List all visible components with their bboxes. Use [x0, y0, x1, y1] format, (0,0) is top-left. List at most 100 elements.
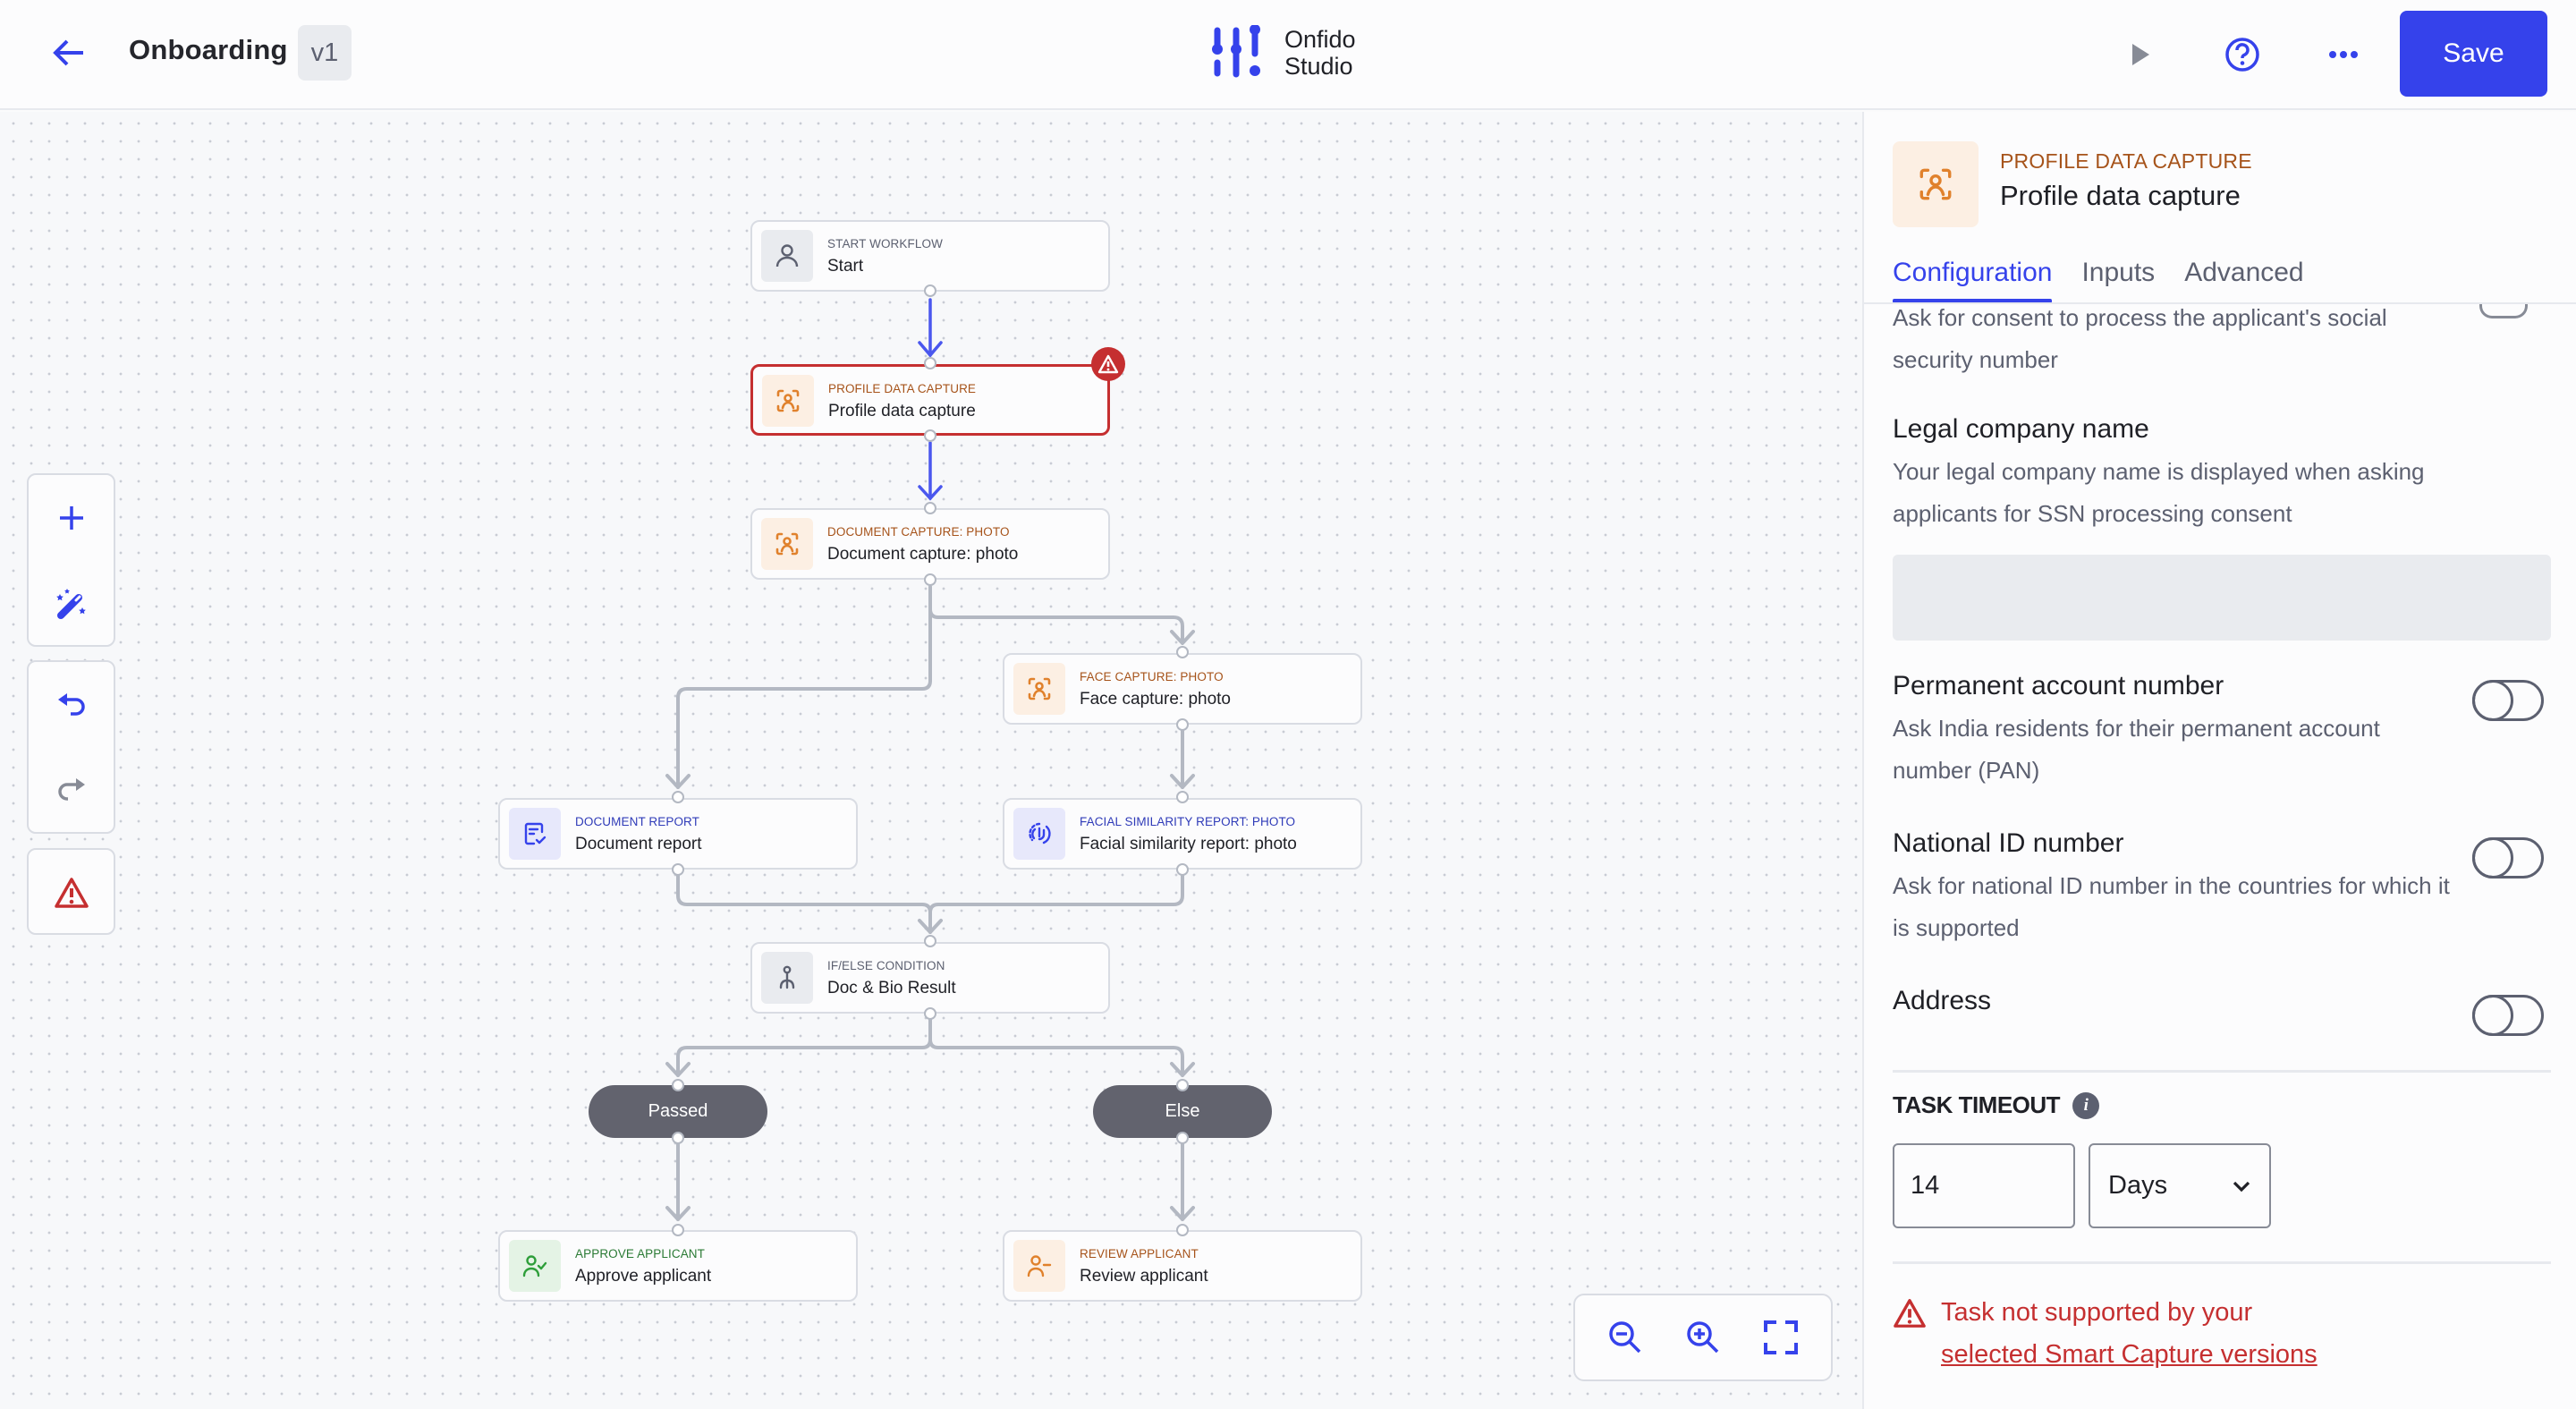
legal-company-description: Your legal company name is displayed whe…: [1893, 458, 2425, 527]
zoom-out-icon: [1608, 1321, 1640, 1354]
handle-face-out[interactable]: [1176, 718, 1189, 731]
node-facial-similarity-report[interactable]: FACIAL SIMILARITY REPORT: PHOTO Facial s…: [1003, 798, 1362, 870]
zoom-controls: [1573, 1294, 1833, 1381]
plus-icon: [59, 505, 83, 530]
fit-view-button[interactable]: [1754, 1311, 1808, 1364]
undo-button[interactable]: [29, 662, 114, 747]
help-button[interactable]: [2222, 34, 2263, 75]
play-icon: [2132, 44, 2149, 65]
legal-company-input[interactable]: [1893, 555, 2551, 641]
ssn-consent-toggle[interactable]: [2479, 304, 2528, 318]
handle-else-out[interactable]: [1176, 1132, 1189, 1144]
branch-else[interactable]: Else: [1093, 1085, 1272, 1138]
node-review-applicant[interactable]: REVIEW APPLICANT Review applicant: [1003, 1230, 1362, 1302]
handle-else-in[interactable]: [1176, 1079, 1189, 1091]
panel-scroll-area[interactable]: Ask for consent to process the applicant…: [1864, 304, 2576, 1409]
face-scan-icon: [1919, 168, 1952, 200]
edge-doccapture-face: [928, 585, 1184, 644]
ssn-consent-description: Ask for consent to process the applicant…: [1893, 304, 2387, 373]
handle-doccapture-out[interactable]: [924, 573, 936, 586]
handle-review-in[interactable]: [1176, 1224, 1189, 1236]
tab-configuration[interactable]: Configuration: [1893, 258, 2053, 303]
document-check-icon: [524, 822, 547, 845]
run-button[interactable]: [2120, 34, 2161, 75]
node-label: Profile data capture: [828, 402, 976, 420]
version-badge[interactable]: v1: [298, 25, 352, 81]
node-icon-box: [1013, 1240, 1065, 1292]
node-label: Review applicant: [1080, 1267, 1208, 1286]
handle-passed-out[interactable]: [672, 1132, 684, 1144]
handle-doccapture-in[interactable]: [924, 502, 936, 514]
branch-passed[interactable]: Passed: [589, 1085, 767, 1138]
more-horizontal-icon: [2329, 51, 2358, 58]
fullscreen-icon: [1764, 1320, 1799, 1354]
node-icon-box: [761, 230, 813, 282]
warning-triangle-icon: [1894, 1299, 1926, 1328]
tab-advanced[interactable]: Advanced: [2184, 258, 2303, 301]
toolbar-history-group: [27, 660, 115, 834]
handle-docreport-out[interactable]: [672, 863, 684, 876]
node-label: Approve applicant: [575, 1267, 712, 1286]
magic-wand-button[interactable]: [29, 560, 114, 645]
face-scan-icon: [776, 389, 800, 412]
handle-face-in[interactable]: [1176, 646, 1189, 658]
node-face-capture[interactable]: FACE CAPTURE: PHOTO Face capture: photo: [1003, 653, 1362, 725]
handle-facial-in[interactable]: [1176, 791, 1189, 803]
redo-button[interactable]: [29, 747, 114, 832]
workflow-canvas[interactable]: START WORKFLOW Start PROFILE DATA CAPTUR…: [0, 112, 1862, 1409]
node-start[interactable]: START WORKFLOW Start: [750, 220, 1110, 292]
handle-ifelse-in[interactable]: [924, 935, 936, 947]
pan-title: Permanent account number: [1893, 671, 2224, 700]
user-check-icon: [522, 1255, 547, 1277]
logo-sliders-icon: [1212, 25, 1260, 78]
timeout-value-input[interactable]: [1893, 1143, 2075, 1228]
save-button[interactable]: Save: [2400, 11, 2547, 97]
address-toggle[interactable]: [2471, 994, 2544, 1036]
panel-node-title: Profile data capture: [2000, 180, 2241, 211]
zoom-out-button[interactable]: [1598, 1311, 1652, 1364]
panel-node-type: PROFILE DATA CAPTURE: [2000, 149, 2252, 173]
info-icon[interactable]: i: [2072, 1091, 2100, 1119]
address-title: Address: [1893, 986, 1992, 1015]
node-type: REVIEW APPLICANT: [1080, 1247, 1199, 1260]
node-approve-applicant[interactable]: APPROVE APPLICANT Approve applicant: [498, 1230, 858, 1302]
national-id-toggle[interactable]: [2471, 836, 2544, 879]
tab-inputs[interactable]: Inputs: [2081, 258, 2155, 301]
handle-facial-out[interactable]: [1176, 863, 1189, 876]
node-document-report[interactable]: DOCUMENT REPORT Document report: [498, 798, 858, 870]
node-icon-box: [761, 518, 813, 570]
timeout-unit-select[interactable]: Days: [2089, 1143, 2271, 1228]
help-circle-icon: [2225, 38, 2259, 72]
node-icon-box: [762, 375, 814, 427]
node-document-capture[interactable]: DOCUMENT CAPTURE: PHOTO Document capture…: [750, 508, 1110, 580]
handle-start-out[interactable]: [924, 284, 936, 297]
node-type: FACE CAPTURE: PHOTO: [1080, 670, 1224, 683]
node-type: FACIAL SIMILARITY REPORT: PHOTO: [1080, 815, 1296, 828]
handle-profile-out[interactable]: [924, 429, 936, 442]
node-if-else-condition[interactable]: IF/ELSE CONDITION Doc & Bio Result: [750, 942, 1110, 1014]
handle-passed-in[interactable]: [672, 1079, 684, 1091]
back-button[interactable]: [47, 32, 91, 73]
zoom-in-button[interactable]: [1676, 1311, 1730, 1364]
handle-ifelse-out[interactable]: [924, 1007, 936, 1020]
handle-docreport-in[interactable]: [672, 791, 684, 803]
node-error-badge[interactable]: [1091, 347, 1125, 381]
fingerprint-icon: [1029, 822, 1051, 845]
legal-company-title: Legal company name: [1893, 414, 2149, 444]
logo-line-2: Studio: [1284, 53, 1353, 80]
face-scan-icon: [775, 532, 799, 556]
add-node-button[interactable]: [29, 475, 114, 560]
handle-profile-in[interactable]: [924, 357, 936, 369]
pan-toggle[interactable]: [2471, 679, 2544, 721]
node-profile-data-capture[interactable]: PROFILE DATA CAPTURE Profile data captur…: [750, 347, 1125, 436]
handle-approve-in[interactable]: [672, 1224, 684, 1236]
node-type: IF/ELSE CONDITION: [827, 959, 945, 972]
more-options-button[interactable]: [2323, 34, 2364, 75]
workflow-title: Onboarding: [129, 34, 288, 65]
zoom-in-icon: [1687, 1321, 1719, 1354]
node-label: Doc & Bio Result: [827, 979, 956, 997]
warnings-button[interactable]: [29, 850, 114, 935]
node-label: Document report: [575, 835, 702, 853]
smart-capture-versions-link[interactable]: selected Smart Capture versions: [1941, 1340, 2318, 1369]
edge-facial-ifelse: [928, 873, 1184, 914]
